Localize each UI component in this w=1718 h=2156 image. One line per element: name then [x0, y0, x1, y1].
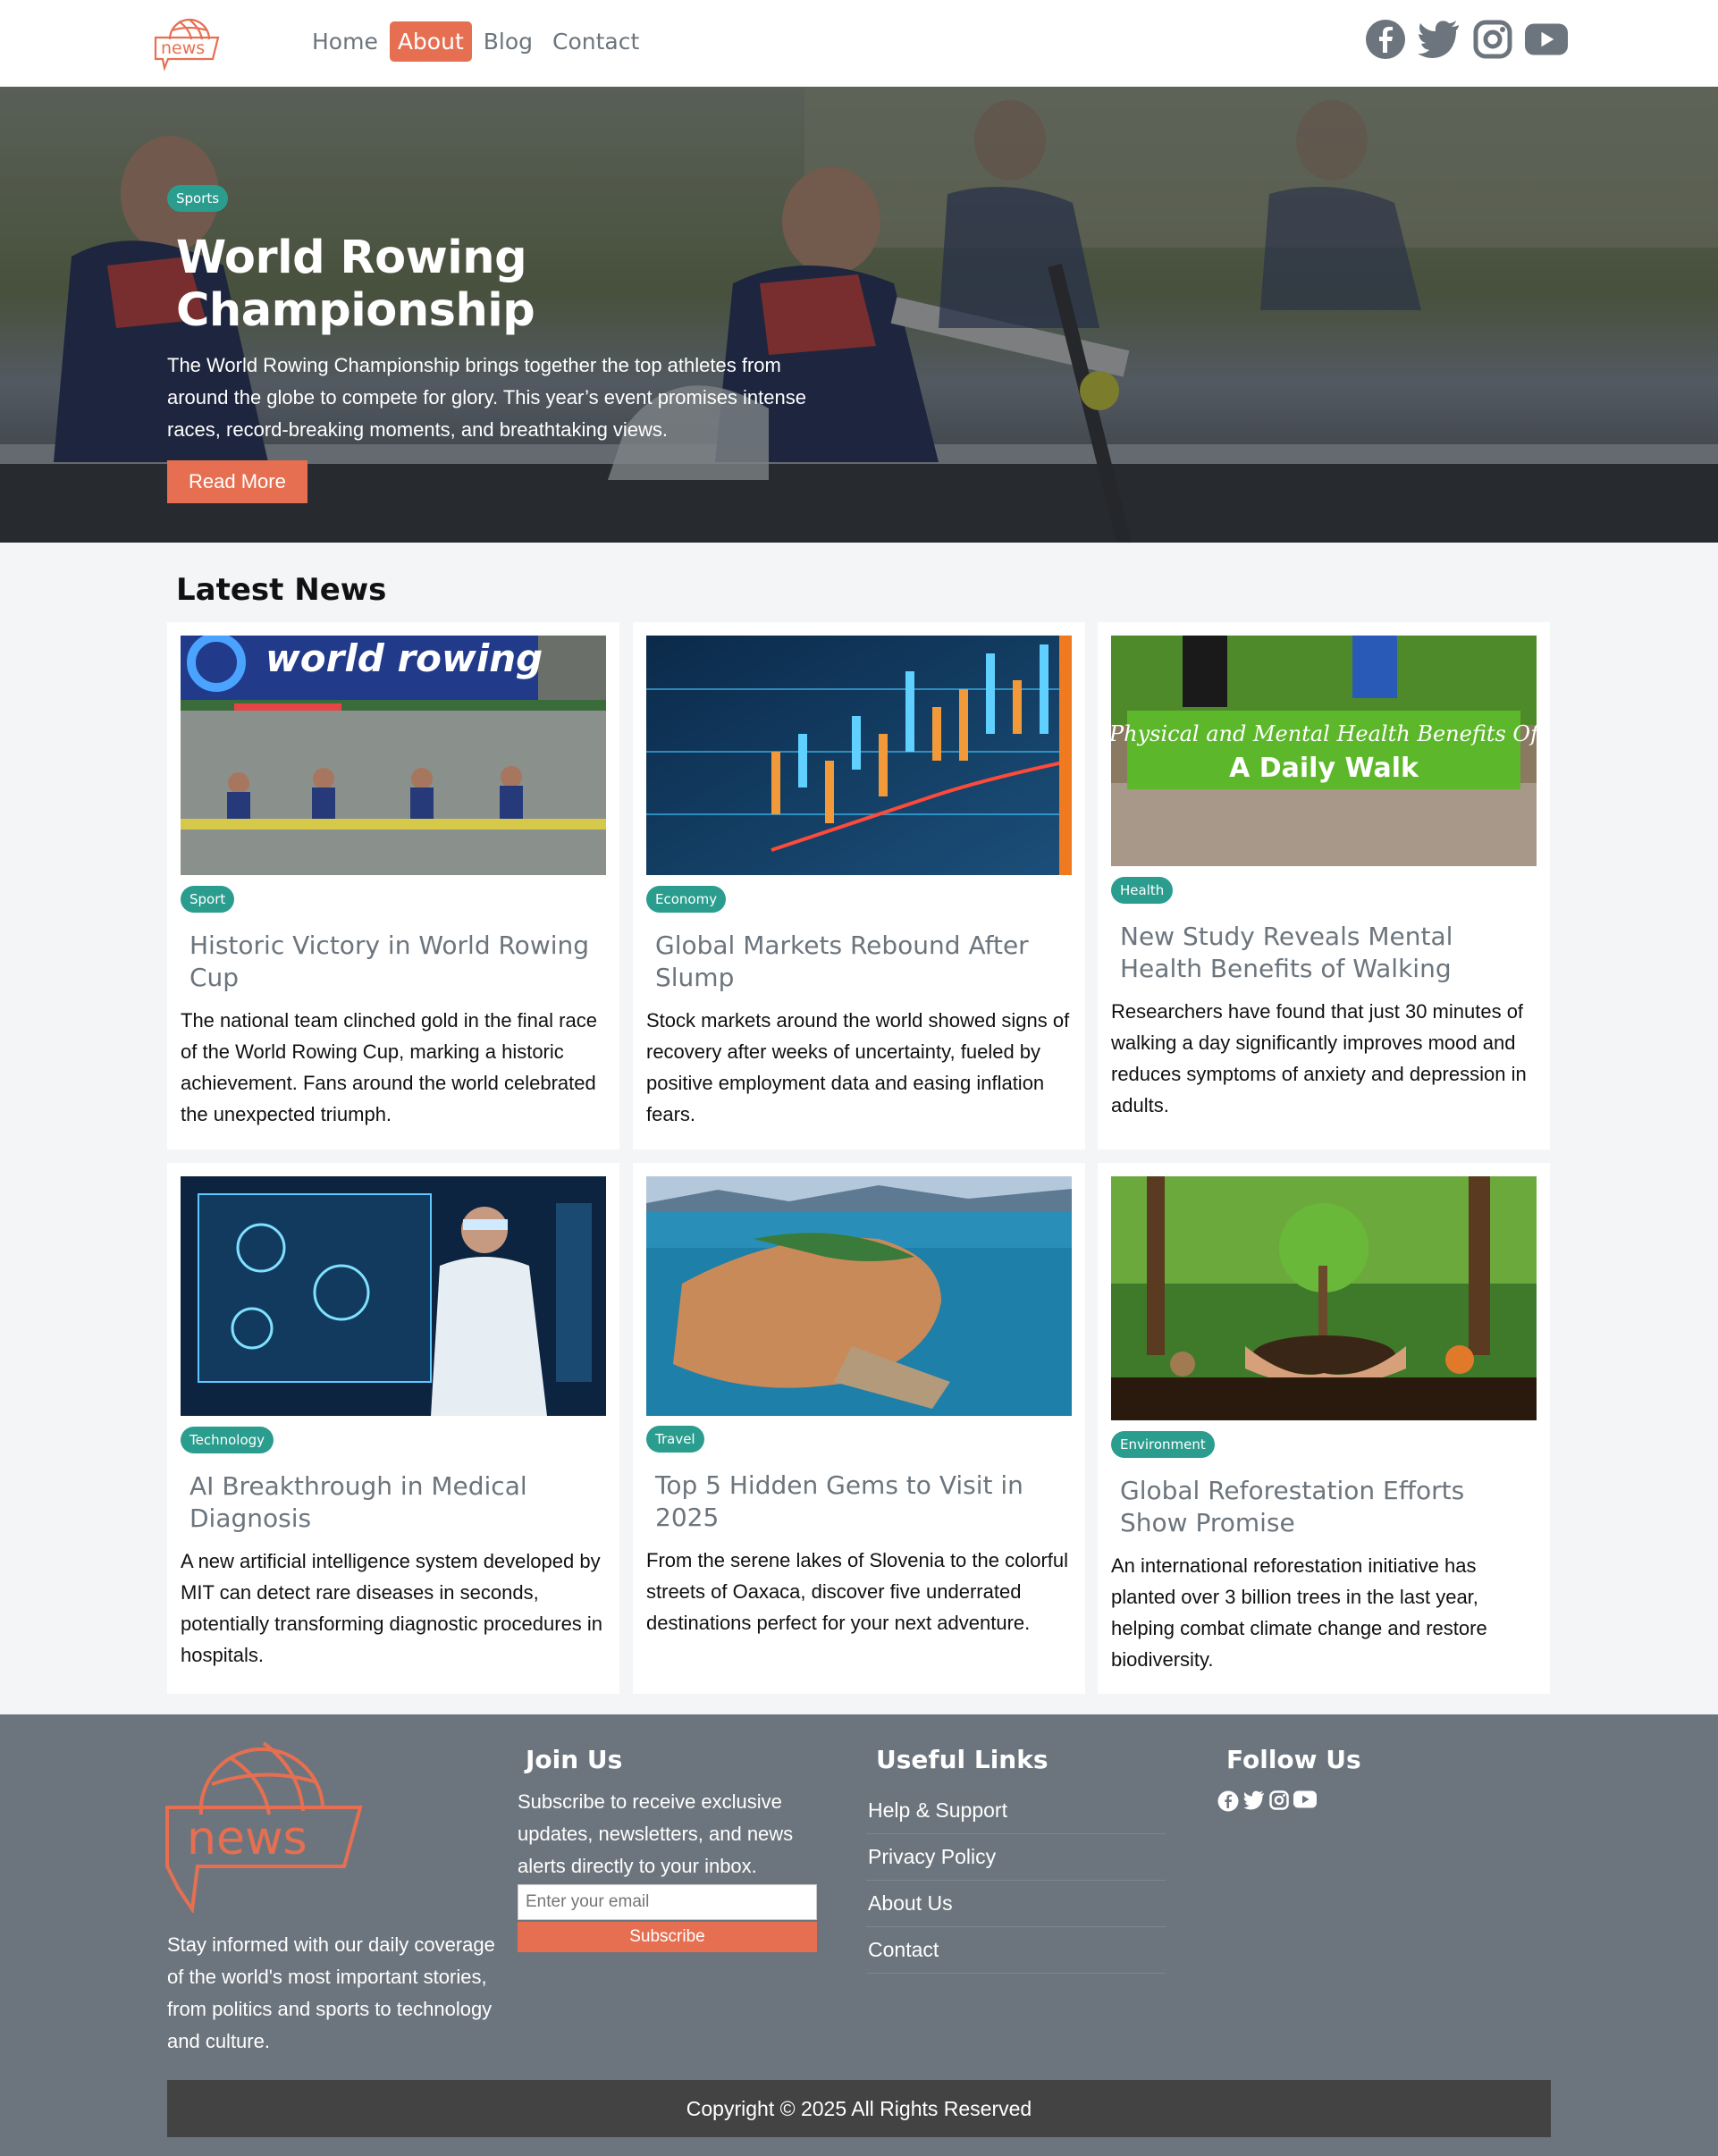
card-summary: A new artificial intelligence system dev…	[181, 1550, 603, 1666]
news-card[interactable]: Environment Global Reforestation Efforts…	[1098, 1163, 1550, 1694]
nav-about[interactable]: About	[389, 21, 472, 62]
twitter-icon[interactable]	[1418, 18, 1461, 61]
card-title[interactable]: New Study Reveals Mental Health Benefits…	[1120, 921, 1522, 985]
news-logo[interactable]: news	[152, 13, 222, 73]
card-title[interactable]: Historic Victory in World Rowing Cup	[189, 930, 592, 994]
card-summary: Researchers have found that just 30 minu…	[1111, 1000, 1527, 1116]
hero-category-badge[interactable]: Sports	[167, 185, 229, 212]
instagram-icon[interactable]	[1269, 1790, 1289, 1810]
nav-blog[interactable]: Blog	[476, 21, 541, 62]
read-more-button[interactable]: Read More	[167, 460, 307, 503]
hero-description: The World Rowing Championship brings tog…	[167, 354, 806, 441]
hero-title: World Rowing Championship	[176, 232, 535, 337]
card-summary: From the serene lakes of Slovenia to the…	[646, 1549, 1069, 1634]
card-image-text: Physical and Mental Health Benefits Of	[1111, 721, 1537, 746]
copyright-bar: Copyright © 2025 All Rights Reserved	[167, 2080, 1551, 2137]
card-category-badge[interactable]: Health	[1111, 877, 1174, 904]
footer-news-logo[interactable]: news	[165, 1734, 364, 1915]
card-image-text: world rowing	[265, 636, 543, 680]
news-card[interactable]: Travel Top 5 Hidden Gems to Visit in 202…	[633, 1163, 1085, 1694]
latest-news-heading: Latest News	[176, 572, 387, 608]
twitter-icon[interactable]	[1243, 1790, 1265, 1810]
header-social	[1364, 18, 1568, 61]
card-summary: Stock markets around the world showed si…	[646, 1009, 1070, 1125]
join-us-text: Subscribe to receive exclusive updates, …	[518, 1790, 794, 1877]
youtube-icon[interactable]	[1293, 1790, 1317, 1808]
footer-about-text: Stay informed with our daily coverage of…	[167, 1933, 495, 2052]
join-us-heading: Join Us	[526, 1745, 623, 1774]
news-card[interactable]: world rowing Sport Historic Victory in W…	[167, 622, 619, 1150]
card-title[interactable]: Global Reforestation Efforts Show Promis…	[1120, 1475, 1522, 1539]
facebook-icon[interactable]	[1217, 1790, 1239, 1812]
subscribe-button[interactable]: Subscribe	[518, 1922, 817, 1952]
follow-us-heading: Follow Us	[1226, 1745, 1361, 1774]
card-summary: The national team clinched gold in the f…	[181, 1009, 597, 1125]
facebook-icon[interactable]	[1364, 18, 1407, 61]
instagram-icon[interactable]	[1471, 18, 1514, 61]
main-nav: Home About Blog Contact	[304, 21, 647, 62]
card-image-rowing: world rowing	[181, 636, 606, 875]
nav-home[interactable]: Home	[304, 21, 386, 62]
youtube-icon[interactable]	[1525, 18, 1568, 61]
news-card[interactable]: Technology AI Breakthrough in Medical Di…	[167, 1163, 619, 1694]
email-input[interactable]	[518, 1884, 817, 1920]
card-category-badge[interactable]: Sport	[181, 886, 235, 913]
hero-banner: Sports World Rowing Championship The Wor…	[0, 87, 1718, 543]
hero-content: Sports World Rowing Championship The Wor…	[167, 185, 846, 503]
card-category-badge[interactable]: Travel	[646, 1426, 704, 1453]
card-summary: An international reforestation initiativ…	[1111, 1554, 1487, 1671]
card-image-text-2: A Daily Walk	[1229, 753, 1419, 784]
news-card[interactable]: Physical and Mental Health Benefits Of A…	[1098, 622, 1550, 1150]
card-category-badge[interactable]: Technology	[181, 1427, 274, 1453]
card-category-badge[interactable]: Environment	[1111, 1431, 1215, 1458]
news-card[interactable]: Economy Global Markets Rebound After Slu…	[633, 622, 1085, 1150]
link-help-support[interactable]: Help & Support	[866, 1788, 1166, 1834]
card-title[interactable]: Top 5 Hidden Gems to Visit in 2025	[655, 1470, 1057, 1534]
link-contact[interactable]: Contact	[866, 1927, 1166, 1974]
site-header: news Home About Blog Contact	[0, 0, 1718, 87]
card-image-travel	[646, 1176, 1072, 1416]
svg-text:news: news	[161, 38, 205, 58]
card-image-stock-chart	[646, 636, 1072, 875]
card-title[interactable]: AI Breakthrough in Medical Diagnosis	[189, 1470, 592, 1535]
useful-links-list: Help & Support Privacy Policy About Us C…	[866, 1788, 1166, 1974]
card-category-badge[interactable]: Economy	[646, 886, 727, 913]
card-image-walking: Physical and Mental Health Benefits Of A…	[1111, 636, 1537, 866]
footer-social	[1217, 1790, 1317, 1812]
footer-logo-text: news	[187, 1812, 307, 1865]
card-image-reforestation	[1111, 1176, 1537, 1420]
nav-contact[interactable]: Contact	[544, 21, 647, 62]
link-about-us[interactable]: About Us	[866, 1881, 1166, 1927]
card-title[interactable]: Global Markets Rebound After Slump	[655, 930, 1057, 994]
useful-links-heading: Useful Links	[876, 1745, 1048, 1774]
card-image-ai-medical	[181, 1176, 606, 1416]
link-privacy-policy[interactable]: Privacy Policy	[866, 1834, 1166, 1881]
